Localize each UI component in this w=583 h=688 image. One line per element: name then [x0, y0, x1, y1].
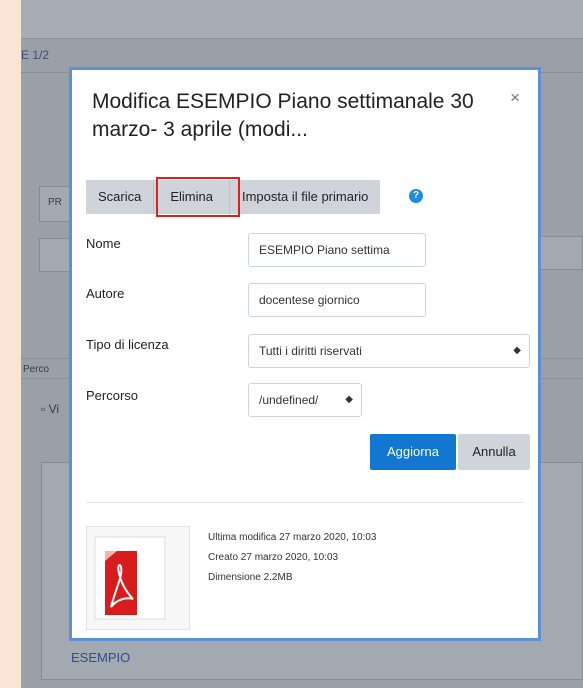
- dialog-title: Modifica ESEMPIO Piano settimanale 30 ma…: [92, 90, 474, 141]
- name-label: Nome: [86, 236, 121, 251]
- pdf-file-icon: [94, 536, 166, 620]
- edit-file-dialog: Modifica ESEMPIO Piano settimanale 30 ma…: [69, 67, 541, 641]
- author-field[interactable]: docentese giornico: [248, 283, 426, 317]
- download-button[interactable]: Scarica: [86, 180, 155, 214]
- license-select-value: Tutti i diritti riservati: [259, 344, 362, 358]
- bg-topbar: [21, 0, 583, 39]
- bg-percorso-label: Perco: [23, 364, 50, 375]
- dialog-divider: [86, 502, 524, 503]
- bg-esempio-link[interactable]: ESEMPIO: [71, 650, 130, 665]
- path-select-value: /undefined/: [259, 393, 319, 407]
- bg-pr-label: PR: [48, 197, 62, 208]
- close-icon[interactable]: ×: [510, 88, 520, 108]
- select-arrows-icon: ◆: [513, 345, 521, 356]
- license-select[interactable]: Tutti i diritti riservati ◆: [248, 334, 530, 368]
- select-arrows-icon: ◆: [345, 394, 353, 405]
- last-modified-text: Ultima modifica 27 marzo 2020, 10:03: [208, 532, 377, 543]
- file-size-text: Dimensione 2.2MB: [208, 572, 293, 583]
- cancel-button[interactable]: Annulla: [458, 434, 530, 470]
- path-label: Percorso: [86, 388, 139, 403]
- bg-breadcrumb: E 1/2: [21, 48, 50, 62]
- bg-checkbox-label: ▫ Vi: [41, 402, 60, 416]
- update-button[interactable]: Aggiorna: [370, 434, 456, 470]
- file-thumbnail: [86, 526, 190, 630]
- created-text: Creato 27 marzo 2020, 10:03: [208, 552, 339, 563]
- path-select[interactable]: /undefined/ ◆: [248, 383, 362, 417]
- set-main-file-button[interactable]: Imposta il file primario: [229, 180, 381, 214]
- delete-highlight-box: [156, 177, 240, 217]
- help-icon[interactable]: ?: [409, 189, 423, 203]
- license-label: Tipo di licenza: [86, 337, 169, 352]
- author-label: Autore: [86, 286, 125, 301]
- name-field[interactable]: ESEMPIO Piano settima: [248, 233, 426, 267]
